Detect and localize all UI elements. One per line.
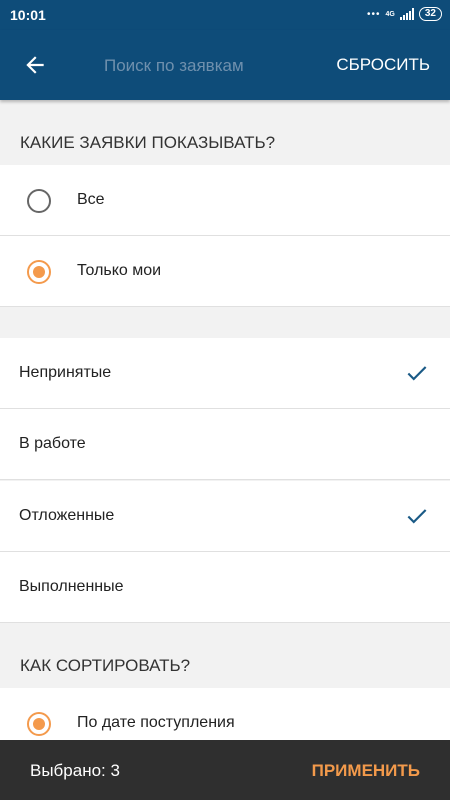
radio-option-label: Все [77, 191, 105, 208]
filter-in-progress[interactable]: В работе [0, 409, 450, 480]
check-icon [407, 509, 427, 524]
selected-count: Выбрано: 3 [30, 761, 120, 780]
bottom-bar: Выбрано: 3 ПРИМЕНИТЬ [0, 740, 450, 800]
filter-label: Выполненные [19, 578, 124, 595]
status-time: 10:01 [10, 7, 46, 23]
arrow-left-icon[interactable] [22, 52, 48, 78]
radio-icon[interactable] [27, 189, 51, 213]
sort-option-label: По дате поступления [77, 714, 235, 731]
filter-label: Отложенные [19, 507, 115, 524]
apply-button[interactable]: ПРИМЕНИТЬ [312, 761, 420, 781]
filter-label: Непринятые [19, 364, 112, 381]
check-icon [407, 366, 427, 381]
radio-option-label: Только мои [77, 262, 162, 279]
battery-icon: 32 [418, 7, 442, 21]
radio-option-all[interactable]: Все [0, 165, 450, 236]
radio-selected-icon[interactable] [27, 260, 51, 284]
network-type: 4G [385, 10, 395, 18]
sort-section-header: КАК СОРТИРОВАТЬ? [20, 656, 191, 675]
radio-selected-icon[interactable] [27, 712, 51, 736]
signal-icon [399, 8, 414, 20]
filter-label: В работе [19, 435, 86, 452]
status-bar: 10:01 ••• 4G 32 [0, 0, 450, 30]
radio-option-mine[interactable]: Только мои [0, 236, 450, 307]
reset-button[interactable]: СБРОСИТЬ [336, 55, 430, 75]
notification-dots: ••• [367, 8, 381, 20]
show-section-header: КАКИЕ ЗАЯВКИ ПОКАЗЫВАТЬ? [20, 133, 276, 152]
filter-unaccepted[interactable]: Непринятые [0, 338, 450, 409]
app-bar: СБРОСИТЬ [0, 30, 450, 100]
filter-completed[interactable]: Выполненные [0, 552, 450, 623]
filter-postponed[interactable]: Отложенные [0, 481, 450, 552]
search-input[interactable] [104, 52, 294, 80]
status-icons: ••• 4G 32 [367, 7, 442, 21]
